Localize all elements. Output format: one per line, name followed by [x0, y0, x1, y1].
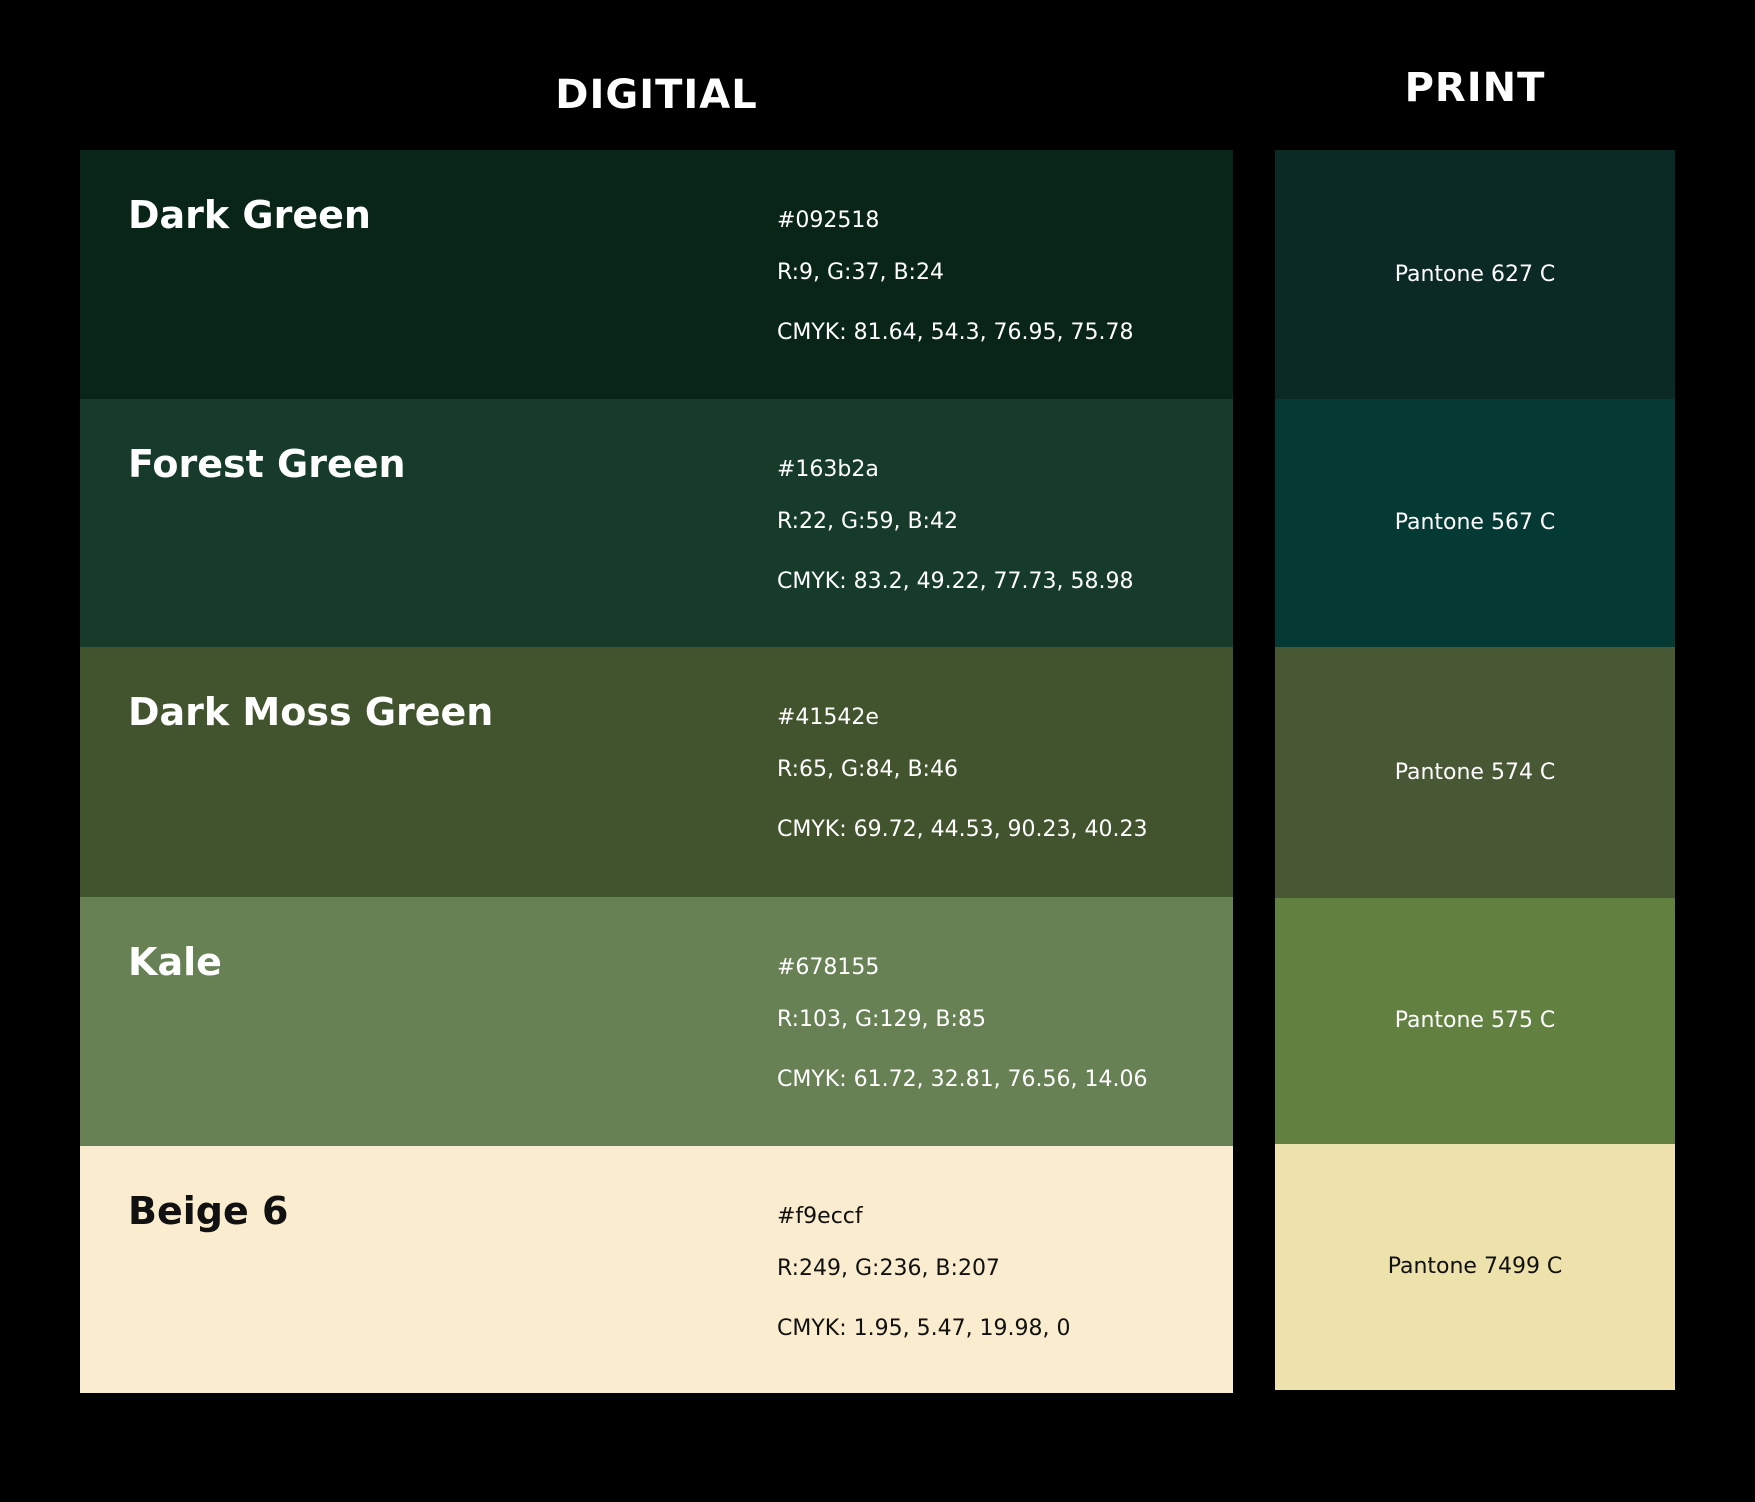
pantone-label: Pantone 575 C: [1394, 1008, 1556, 1033]
digital-swatch-column: Dark Green #092518 R:9, G:37, B:24 CMYK:…: [80, 150, 1233, 1393]
rgb-value: R:22, G:59, B:42: [777, 509, 958, 534]
pantone-label: Pantone 627 C: [1394, 261, 1556, 287]
rgb-value: R:65, G:84, B:46: [777, 757, 958, 782]
swatch-name: Kale: [128, 940, 222, 984]
digital-swatch-dark-green: Dark Green #092518 R:9, G:37, B:24 CMYK:…: [80, 150, 1233, 399]
digital-swatch-dark-moss-green: Dark Moss Green #41542e R:65, G:84, B:46…: [80, 647, 1233, 897]
hex-value: #092518: [777, 208, 880, 233]
hex-value: #f9eccf: [777, 1204, 863, 1229]
print-swatch-pantone-567: Pantone 567 C: [1275, 399, 1675, 647]
print-swatch-pantone-574: Pantone 574 C: [1275, 647, 1675, 898]
digital-swatch-forest-green: Forest Green #163b2a R:22, G:59, B:42 CM…: [80, 399, 1233, 647]
rgb-value: R:249, G:236, B:207: [777, 1256, 1000, 1281]
swatch-name: Dark Green: [128, 193, 371, 237]
print-swatch-pantone-575: Pantone 575 C: [1275, 898, 1675, 1144]
cmyk-value: CMYK: 83.2, 49.22, 77.73, 58.98: [777, 569, 1134, 594]
swatch-name: Beige 6: [128, 1189, 289, 1233]
pantone-label: Pantone 574 C: [1394, 759, 1556, 785]
digital-swatch-kale: Kale #678155 R:103, G:129, B:85 CMYK: 61…: [80, 897, 1233, 1146]
digital-swatch-beige-6: Beige 6 #f9eccf R:249, G:236, B:207 CMYK…: [80, 1146, 1233, 1393]
rgb-value: R:103, G:129, B:85: [777, 1007, 986, 1032]
pantone-label: Pantone 567 C: [1394, 510, 1556, 535]
print-swatch-pantone-7499: Pantone 7499 C: [1275, 1144, 1675, 1390]
print-swatch-column: Pantone 627 C Pantone 567 C Pantone 574 …: [1275, 150, 1675, 1390]
hex-value: #163b2a: [777, 457, 879, 482]
cmyk-value: CMYK: 81.64, 54.3, 76.95, 75.78: [777, 320, 1134, 345]
cmyk-value: CMYK: 1.95, 5.47, 19.98, 0: [777, 1316, 1071, 1341]
swatch-name: Forest Green: [128, 442, 406, 486]
cmyk-value: CMYK: 61.72, 32.81, 76.56, 14.06: [777, 1067, 1148, 1092]
digital-heading: DIGITIAL: [555, 72, 758, 118]
print-heading: PRINT: [1404, 65, 1546, 111]
pantone-label: Pantone 7499 C: [1387, 1254, 1563, 1279]
rgb-value: R:9, G:37, B:24: [777, 260, 944, 285]
hex-value: #678155: [777, 955, 880, 980]
cmyk-value: CMYK: 69.72, 44.53, 90.23, 40.23: [777, 817, 1148, 842]
print-swatch-pantone-627: Pantone 627 C: [1275, 150, 1675, 399]
hex-value: #41542e: [777, 705, 879, 730]
swatch-name: Dark Moss Green: [128, 690, 494, 734]
